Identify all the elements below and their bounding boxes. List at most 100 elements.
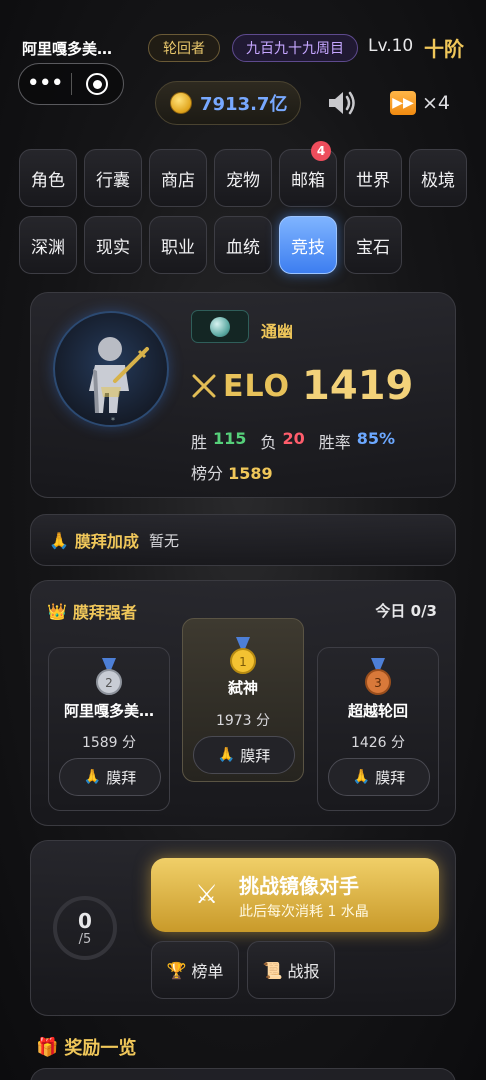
- rank-score: 1589: [228, 464, 273, 483]
- svg-text:*: *: [111, 416, 115, 425]
- mail-badge: 4: [311, 141, 331, 161]
- realm-badge: [191, 310, 249, 343]
- worship-strongest-header: 👑 膜拜强者: [47, 599, 137, 623]
- arena-profile-panel: * 通幽 ELO 1419 胜 115 负 20 胜率 85% 榜分 1589: [30, 292, 456, 498]
- win-rate-label: 胜率: [318, 433, 351, 452]
- tab-pet[interactable]: 宠物: [214, 149, 272, 207]
- leaderboard-label: 榜单: [191, 962, 224, 981]
- gold-balance[interactable]: 7913.7亿: [155, 81, 301, 125]
- battle-log-button[interactable]: 📜 战报: [247, 941, 335, 999]
- avatar[interactable]: *: [53, 311, 169, 427]
- tab-abyss[interactable]: 深渊: [19, 216, 77, 274]
- orb-icon: [210, 316, 230, 337]
- pray-icon: 🙏: [352, 769, 371, 785]
- loss-label: 负: [260, 433, 277, 452]
- player-level: Lv.10: [368, 36, 414, 56]
- medal-rank-3: 3: [374, 676, 382, 690]
- challenge-used: 0: [78, 908, 92, 933]
- worship-button-3[interactable]: 🙏 膜拜: [328, 758, 430, 796]
- realm-title: 通幽: [261, 322, 294, 341]
- medal-rank-2: 2: [105, 676, 113, 690]
- tab-bag[interactable]: 行囊: [84, 149, 142, 207]
- top-player-card-3[interactable]: 3 超越轮回 1426 分 🙏 膜拜: [317, 647, 439, 811]
- worship-bonus-title: 膜拜加成: [74, 532, 139, 551]
- silver-medal-icon: 2: [96, 658, 122, 695]
- leaderboard-button[interactable]: 🏆 榜单: [151, 941, 239, 999]
- pray-icon: 🙏: [49, 530, 69, 550]
- worship-bonus-value: 暂无: [148, 531, 179, 550]
- top-player-name: 超越轮回: [347, 702, 408, 720]
- top-player-name: 弑神: [227, 679, 258, 697]
- bronze-medal-icon: 3: [365, 658, 391, 695]
- player-name: 阿里嘎多美…: [22, 40, 113, 58]
- miniprogram-capsule: •••: [18, 63, 124, 105]
- top-player-score: 1426 分: [350, 735, 406, 751]
- tab-world[interactable]: 世界: [344, 149, 402, 207]
- worship-button-1[interactable]: 🙏 膜拜: [193, 736, 295, 774]
- gold-medal-icon: 1: [230, 637, 256, 674]
- tab-shop[interactable]: 商店: [149, 149, 207, 207]
- rank-score-row: 榜分 1589: [191, 460, 273, 484]
- gold-amount: 7913.7亿: [200, 94, 288, 115]
- rank-score-label: 榜分: [191, 464, 224, 483]
- tab-arena[interactable]: 竞技: [279, 216, 337, 274]
- character-figure-icon: *: [89, 337, 149, 425]
- tab-extreme[interactable]: 极境: [409, 149, 467, 207]
- worship-button-2[interactable]: 🙏 膜拜: [59, 758, 161, 796]
- tab-gem[interactable]: 宝石: [344, 216, 402, 274]
- challenge-total: /5: [78, 931, 92, 947]
- worship-strongest-title: 膜拜强者: [72, 603, 137, 622]
- worship-strongest-panel: 👑 膜拜强者 今日 0/3 2 阿里嘎多美… 1589 分 🙏 膜拜 1 弑神 …: [30, 580, 456, 826]
- pray-icon: 🙏: [83, 769, 102, 785]
- challenge-button-subtitle: 此后每次消耗 1 水晶: [239, 903, 369, 920]
- trophy-icon: 🏆: [166, 960, 187, 980]
- tab-bloodline[interactable]: 血统: [214, 216, 272, 274]
- win-count: 115: [213, 429, 247, 448]
- coin-icon: [170, 92, 192, 114]
- pray-icon: 🙏: [217, 747, 236, 763]
- speaker-icon: [329, 91, 355, 115]
- tab-role[interactable]: 角色: [19, 149, 77, 207]
- battle-log-label: 战报: [287, 962, 320, 981]
- challenge-panel: 0 /5 ⚔ 挑战镜像对手 此后每次消耗 1 水晶 🏆 榜单 📜 战报: [30, 840, 456, 1016]
- worship-button-label: 膜拜: [106, 768, 137, 787]
- top-player-score: 1589 分: [81, 735, 137, 751]
- medal-rank-1: 1: [239, 655, 247, 669]
- record-icon: [86, 73, 109, 95]
- challenge-button-title: 挑战镜像对手: [239, 873, 359, 898]
- elo-value: 1419: [302, 363, 414, 409]
- worship-button-label: 膜拜: [240, 746, 271, 765]
- worship-button-label: 膜拜: [375, 768, 406, 787]
- worship-bonus-bar: 🙏 膜拜加成 暂无: [30, 514, 456, 566]
- fast-forward-icon: ▶▶: [390, 91, 416, 115]
- top-player-name: 阿里嘎多美…: [63, 702, 154, 720]
- speed-toggle-button[interactable]: ▶▶ ×4: [390, 91, 450, 115]
- scroll-icon: 📜: [262, 960, 283, 980]
- class-tag: 轮回者: [148, 34, 220, 62]
- tab-profession[interactable]: 职业: [149, 216, 207, 274]
- player-tier: 十阶: [424, 37, 464, 61]
- top-player-card-1[interactable]: 1 弑神 1973 分 🙏 膜拜: [182, 618, 304, 782]
- speed-multiplier: ×4: [422, 92, 451, 114]
- win-rate: 85%: [356, 429, 396, 448]
- close-miniprogram-button[interactable]: [71, 73, 123, 95]
- crossed-swords-icon: [192, 374, 216, 398]
- sound-toggle-button[interactable]: [325, 86, 359, 120]
- more-menu-button[interactable]: •••: [19, 73, 71, 95]
- challenge-count-ring: 0 /5: [53, 896, 117, 960]
- gift-icon: 🎁: [36, 1036, 59, 1058]
- tab-mail-wrap: 邮箱 4: [279, 141, 337, 207]
- rewards-header: 🎁 奖励一览: [36, 1034, 136, 1060]
- top-player-card-2[interactable]: 2 阿里嘎多美… 1589 分 🙏 膜拜: [48, 647, 170, 811]
- win-label: 胜: [191, 433, 208, 452]
- loss-count: 20: [282, 429, 305, 448]
- crown-icon: 👑: [47, 601, 67, 621]
- elo-row: ELO 1419: [191, 363, 413, 409]
- worship-daily-count: 今日 0/3: [375, 602, 437, 620]
- rewards-panel: [30, 1068, 456, 1080]
- tab-reality[interactable]: 现实: [84, 216, 142, 274]
- cycle-tag: 九百九十九周目: [232, 34, 358, 62]
- challenge-mirror-button[interactable]: ⚔ 挑战镜像对手 此后每次消耗 1 水晶: [151, 858, 439, 932]
- record-row: 胜 115 负 20 胜率 85%: [191, 429, 395, 453]
- elo-label: ELO: [223, 368, 291, 404]
